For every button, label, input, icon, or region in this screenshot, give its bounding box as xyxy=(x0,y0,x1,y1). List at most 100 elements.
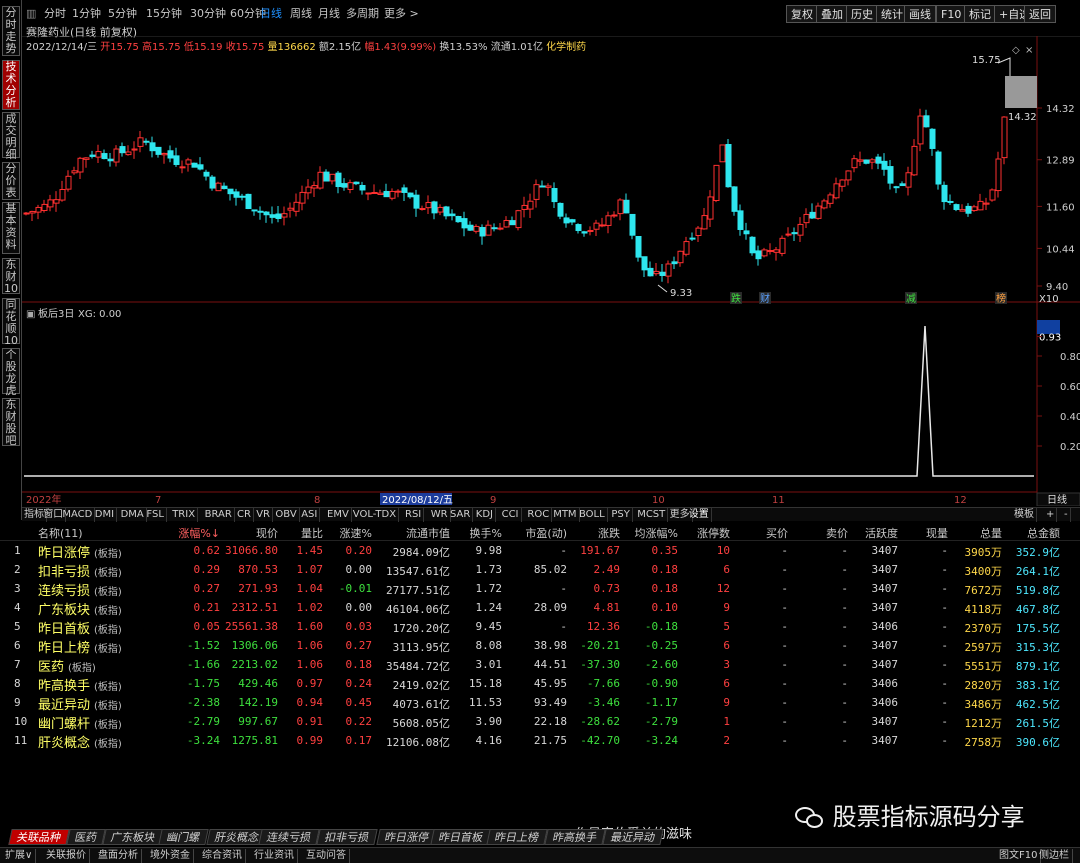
status-item-1[interactable]: 关联报价 xyxy=(43,849,90,863)
date-mode-label[interactable]: 日线 xyxy=(1047,493,1067,506)
status-right-0[interactable]: 图文F10 xyxy=(996,849,1042,863)
sector-tab-9[interactable]: 昨日上榜 xyxy=(486,829,548,845)
indicator-tab-16[interactable]: SAR xyxy=(448,508,474,522)
indicator-tab-25[interactable]: 设置 xyxy=(687,508,712,522)
toolbar-button-1[interactable]: 叠加 xyxy=(816,5,848,23)
sector-tab-5[interactable]: 连续亏损 xyxy=(258,829,320,845)
toolbar-button-8[interactable]: 返回 xyxy=(1024,5,1056,23)
column-header-diff[interactable]: 涨跌 xyxy=(598,525,620,541)
status-item-2[interactable]: 盘面分析 xyxy=(95,849,142,863)
event-badge-reduce[interactable]: 减 xyxy=(906,293,916,305)
event-badge-finance[interactable]: 财 xyxy=(760,292,770,305)
indicator-tab-8[interactable]: CR xyxy=(235,508,254,522)
toolbar-button-6[interactable]: 标记 xyxy=(964,5,996,23)
table-row[interactable]: 11 肝炎概念 (板指) -3.24 1275.81 0.99 0.17 12106.08亿 4… xyxy=(0,732,1080,751)
indicator-tab-19[interactable]: ROC xyxy=(525,508,553,522)
column-header-lu[interactable]: 涨停数 xyxy=(697,525,730,541)
sector-tab-7[interactable]: 昨日涨停 xyxy=(376,829,438,845)
sector-tab-8[interactable]: 昨日首板 xyxy=(430,829,492,845)
sector-tab-2[interactable]: 广东板块 xyxy=(102,829,164,845)
period-button-8[interactable]: 月线 xyxy=(318,5,340,23)
indicator-tab-5[interactable]: FSL xyxy=(144,508,167,522)
period-button-10[interactable]: 更多 > xyxy=(384,5,419,23)
sector-tab-11[interactable]: 最近异动 xyxy=(602,829,664,845)
column-header-cap[interactable]: 流通市值 xyxy=(406,525,450,541)
column-header-turn[interactable]: 换手% xyxy=(470,525,502,541)
period-button-9[interactable]: 多周期 xyxy=(346,5,379,23)
table-row[interactable]: 5 昨日首板 (板指) 0.05 25561.38 1.60 0.03 1720.20亿 9.4… xyxy=(0,618,1080,637)
indicator-tab-10[interactable]: OBV xyxy=(273,508,300,522)
indicator-right-tab-1[interactable]: + xyxy=(1044,508,1058,522)
table-row[interactable]: 7 医药 (板指) -1.66 2213.02 1.06 0.18 35484.72亿 3.01… xyxy=(0,656,1080,675)
table-row[interactable]: 4 广东板块 (板指) 0.21 2312.51 1.02 0.00 46104.06亿 1.2… xyxy=(0,599,1080,618)
period-button-0[interactable]: 分时 xyxy=(44,5,66,23)
side-tab-7[interactable]: 个股龙虎 xyxy=(2,348,20,397)
column-header-chg[interactable]: 涨幅%↓ xyxy=(178,525,220,541)
column-header-ask[interactable]: 卖价 xyxy=(826,525,848,541)
row-name[interactable]: 昨日首板 (板指) xyxy=(38,618,122,637)
sector-tab-10[interactable]: 昨高换手 xyxy=(544,829,606,845)
toolbar-button-4[interactable]: 画线 xyxy=(904,5,936,23)
indicator-right-tab-2[interactable]: - xyxy=(1062,508,1071,522)
status-item-3[interactable]: 境外资金 xyxy=(147,849,194,863)
row-name[interactable]: 扣非亏损 (板指) xyxy=(38,561,122,580)
row-name[interactable]: 肝炎概念 (板指) xyxy=(38,732,122,751)
side-tab-0[interactable]: 分时走势 xyxy=(2,6,20,56)
indicator-collapse-icon[interactable]: ▣ xyxy=(26,309,35,320)
indicator-tab-6[interactable]: TRIX xyxy=(170,508,199,522)
close-chart-icon[interactable]: × xyxy=(1025,45,1033,56)
column-header-amt[interactable]: 总金额 xyxy=(1027,525,1060,541)
table-row[interactable]: 3 连续亏损 (板指) 0.27 271.93 1.04 -0.01 27177.51亿 1.7… xyxy=(0,580,1080,599)
sector-tab-0[interactable]: 关联品种 xyxy=(8,829,70,845)
column-header-pe[interactable]: 市盈(动) xyxy=(525,525,567,541)
sector-tab-1[interactable]: 医药 xyxy=(66,829,106,845)
period-button-1[interactable]: 1分钟 xyxy=(72,5,101,23)
toolbar-button-5[interactable]: F10 xyxy=(936,5,967,23)
status-item-6[interactable]: 互动问答 xyxy=(303,849,350,863)
side-tab-2[interactable]: 成交明细 xyxy=(2,112,20,161)
period-button-3[interactable]: 15分钟 xyxy=(146,5,182,23)
event-badge-list[interactable]: 榜 xyxy=(996,292,1006,305)
toolbar-button-0[interactable]: 复权 xyxy=(786,5,818,23)
period-button-4[interactable]: 30分钟 xyxy=(190,5,226,23)
row-name[interactable]: 连续亏损 (板指) xyxy=(38,580,122,599)
row-name[interactable]: 幽门螺杆 (板指) xyxy=(38,713,122,732)
table-row[interactable]: 2 扣非亏损 (板指) 0.29 870.53 1.07 0.00 13547.61亿 1.73… xyxy=(0,561,1080,580)
column-header-act[interactable]: 活跃度 xyxy=(865,525,898,541)
column-header-vol[interactable]: 总量 xyxy=(980,525,1002,541)
column-header-name[interactable]: 名称(11) xyxy=(38,525,83,541)
indicator-tab-22[interactable]: PSY xyxy=(609,508,633,522)
column-header-spd[interactable]: 涨速% xyxy=(340,525,372,541)
period-button-7[interactable]: 周线 xyxy=(290,5,312,23)
indicator-tab-2[interactable]: MACD xyxy=(60,508,96,522)
table-row[interactable]: 1 昨日涨停 (板指) 0.62 31066.80 1.45 0.20 2984.09亿 9.9… xyxy=(0,542,1080,561)
diamond-icon[interactable]: ◇ xyxy=(1012,45,1020,56)
indicator-tab-23[interactable]: MCST xyxy=(635,508,669,522)
row-name[interactable]: 医药 (板指) xyxy=(38,656,96,675)
table-row[interactable]: 6 昨日上榜 (板指) -1.52 1306.06 1.06 0.27 3113.95亿 8.0… xyxy=(0,637,1080,656)
status-item-0[interactable]: 扩展∨ xyxy=(2,849,37,863)
sector-tab-6[interactable]: 扣非亏损 xyxy=(316,829,378,845)
column-header-avg[interactable]: 均涨幅% xyxy=(635,525,678,541)
table-row[interactable]: 10 幽门螺杆 (板指) -2.79 997.67 0.91 0.22 5608.05亿 3.9… xyxy=(0,713,1080,732)
column-header-cur[interactable]: 现量 xyxy=(926,525,948,541)
kline-chart[interactable]: 14.32 12.89 11.60 10.44 9.40 15.75 14.32 9.3… xyxy=(22,36,1080,506)
indicator-tab-4[interactable]: DMA xyxy=(119,508,147,522)
row-name[interactable]: 昨高换手 (板指) xyxy=(38,675,122,694)
indicator-tab-20[interactable]: MTM xyxy=(551,508,580,522)
period-button-2[interactable]: 5分钟 xyxy=(108,5,137,23)
indicator-tab-18[interactable]: CCI xyxy=(500,508,522,522)
toolbar-button-2[interactable]: 历史 xyxy=(846,5,878,23)
indicator-tab-9[interactable]: VR xyxy=(254,508,273,522)
row-name[interactable]: 昨日涨停 (板指) xyxy=(38,542,122,561)
side-tab-6[interactable]: 同花顺10 xyxy=(2,298,20,347)
side-tab-1[interactable]: 技术分析 xyxy=(2,60,20,110)
side-tab-4[interactable]: 基本资料 xyxy=(2,202,20,254)
table-row[interactable]: 8 昨高换手 (板指) -1.75 429.46 0.97 0.24 2419.02亿 15.1… xyxy=(0,675,1080,694)
row-name[interactable]: 最近异动 (板指) xyxy=(38,694,122,713)
table-row[interactable]: 9 最近异动 (板指) -2.38 142.19 0.94 0.45 4073.61亿 11.5… xyxy=(0,694,1080,713)
sector-tab-3[interactable]: 幽门螺 xyxy=(158,829,209,845)
side-tab-5[interactable]: 东财10 xyxy=(2,258,20,295)
row-name[interactable]: 昨日上榜 (板指) xyxy=(38,637,122,656)
indicator-tab-7[interactable]: BRAR xyxy=(203,508,235,522)
